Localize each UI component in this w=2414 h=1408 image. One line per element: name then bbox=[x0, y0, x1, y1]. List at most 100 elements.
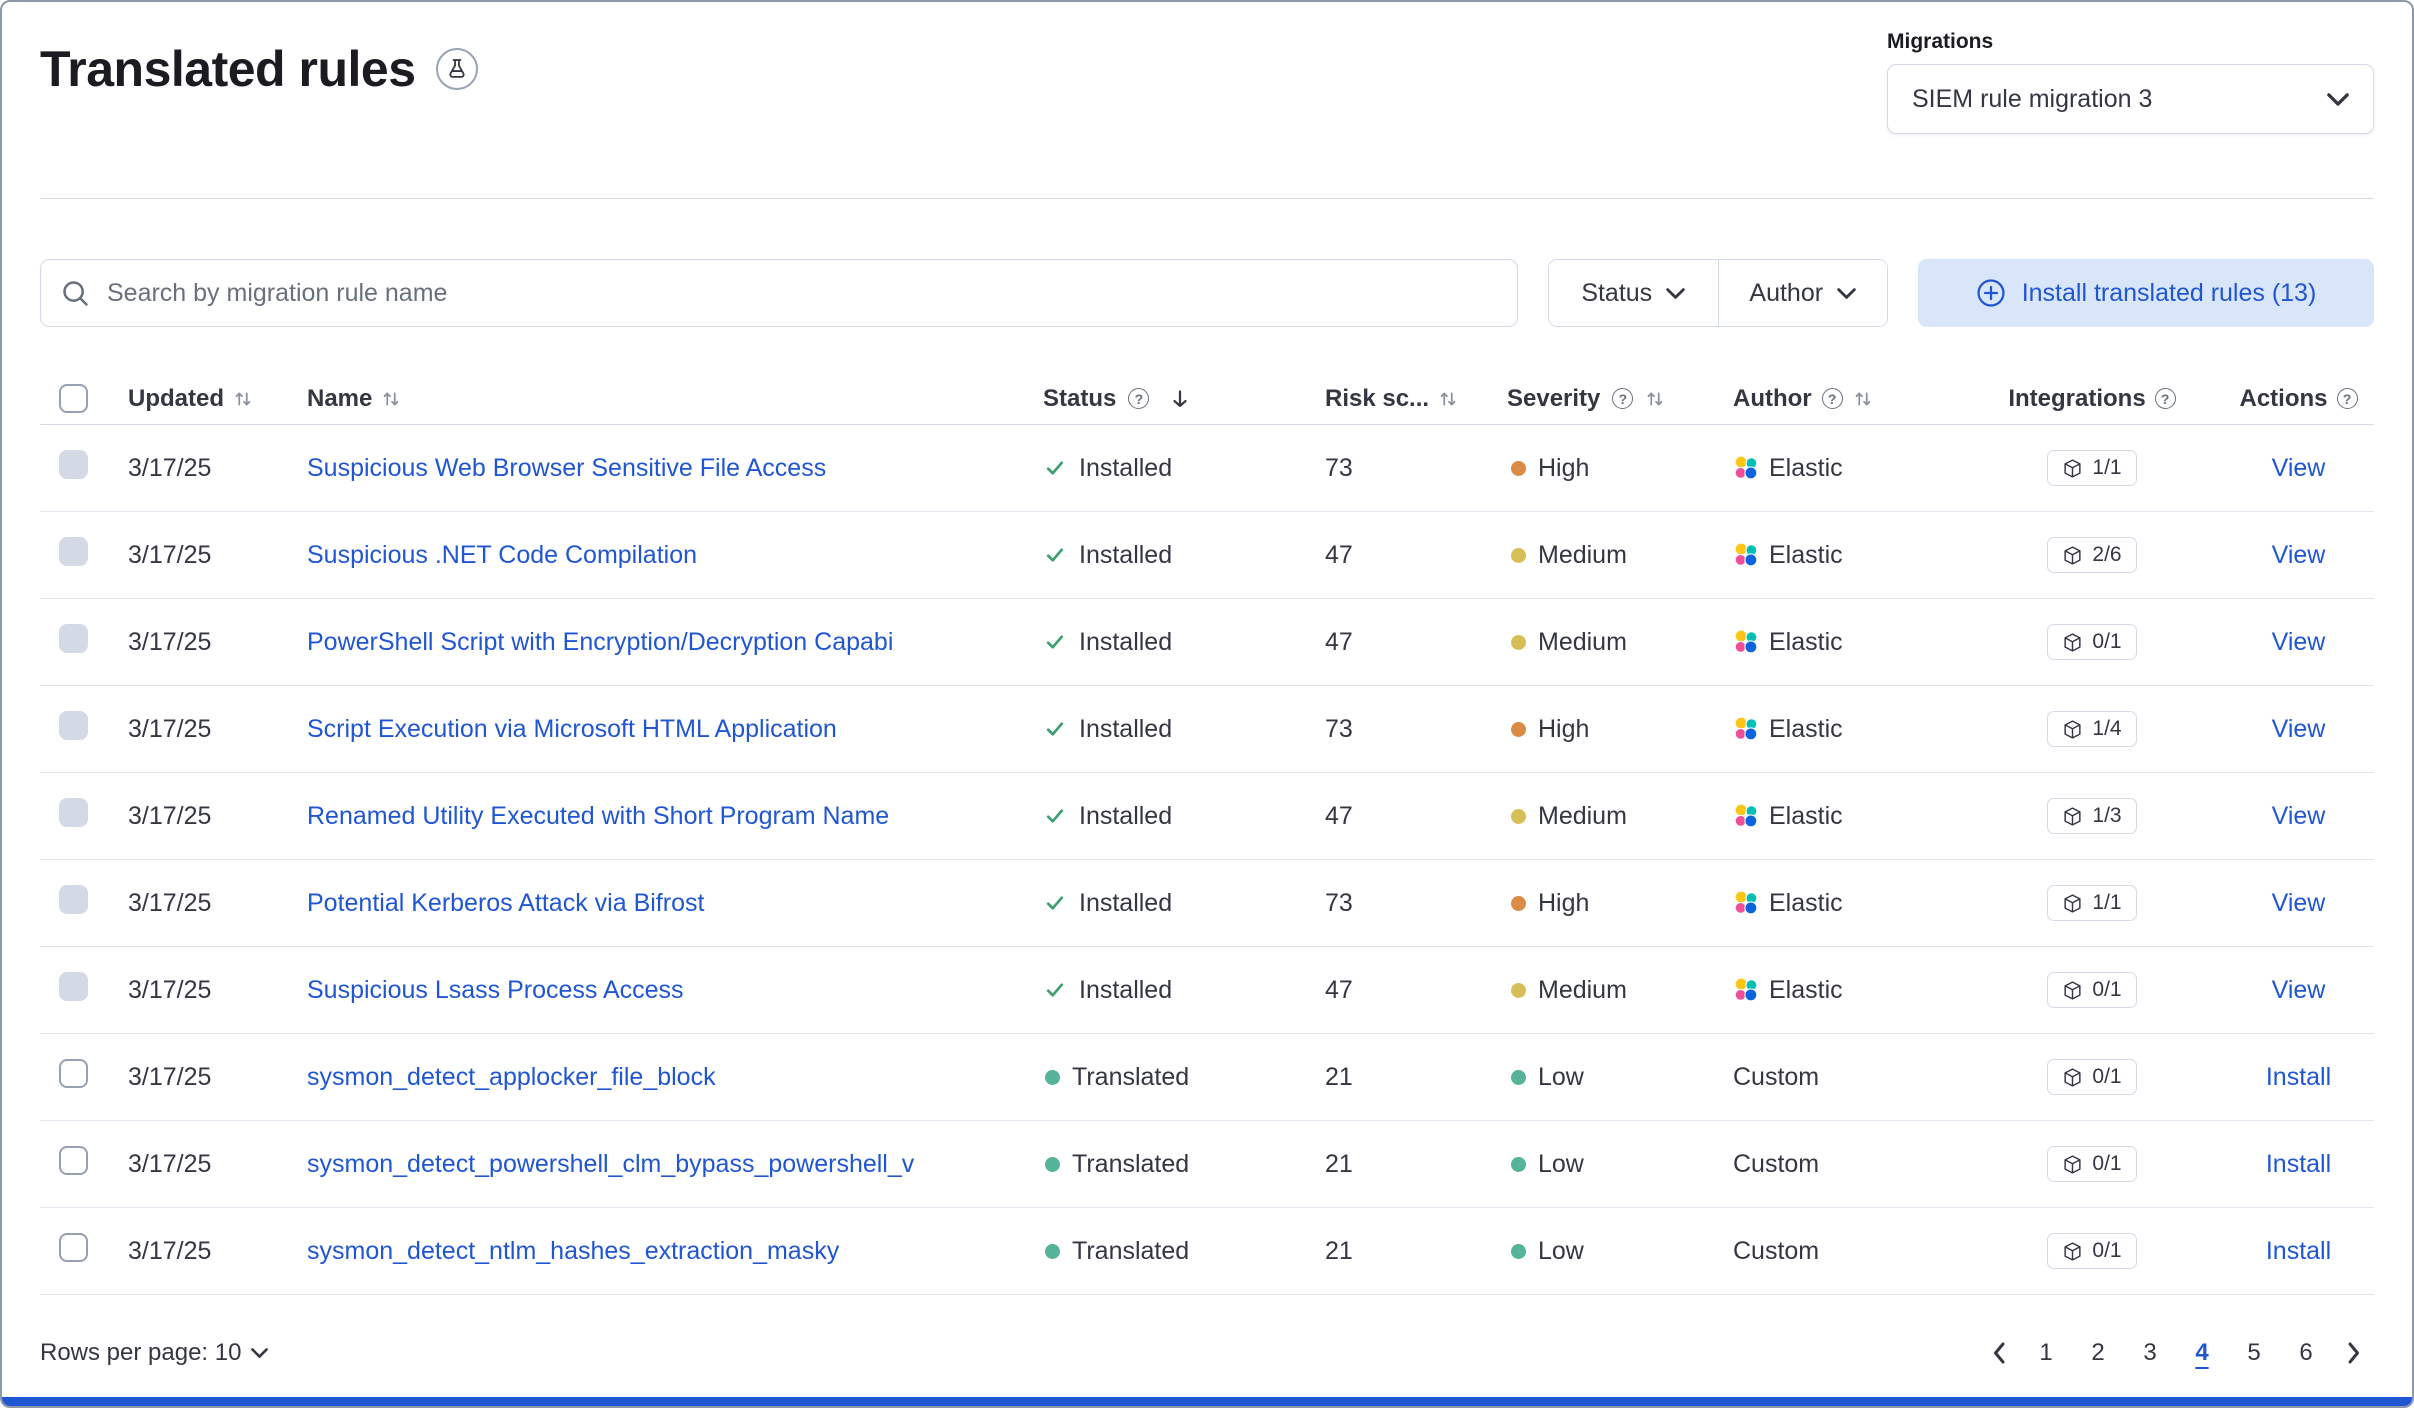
package-icon bbox=[2062, 806, 2083, 827]
column-header-status[interactable]: Status ? bbox=[1043, 385, 1325, 413]
rule-name-link[interactable]: Suspicious Web Browser Sensitive File Ac… bbox=[307, 454, 826, 482]
install-translated-rules-button[interactable]: Install translated rules (13) bbox=[1918, 259, 2374, 327]
technical-preview-badge[interactable] bbox=[436, 48, 478, 90]
rule-name-link[interactable]: Suspicious .NET Code Compilation bbox=[307, 541, 697, 569]
row-action-link[interactable]: View bbox=[2272, 802, 2326, 831]
column-label-integrations: Integrations bbox=[2008, 385, 2145, 413]
integrations-count: 0/1 bbox=[2092, 978, 2121, 1002]
rule-name-link[interactable]: Potential Kerberos Attack via Bifrost bbox=[307, 889, 704, 917]
integrations-badge[interactable]: 0/1 bbox=[2047, 624, 2136, 660]
plus-in-circle-icon bbox=[1976, 278, 2006, 308]
row-action-link[interactable]: View bbox=[2272, 541, 2326, 570]
row-checkbox[interactable] bbox=[59, 624, 88, 653]
severity-label: Low bbox=[1538, 1237, 1584, 1266]
integrations-badge[interactable]: 0/1 bbox=[2047, 1146, 2136, 1182]
integrations-badge[interactable]: 1/1 bbox=[2047, 885, 2136, 921]
severity-dot-icon bbox=[1511, 809, 1526, 824]
rows-per-page-button[interactable]: Rows per page: 10 bbox=[40, 1339, 268, 1367]
row-checkbox[interactable] bbox=[59, 885, 88, 914]
rule-name-link[interactable]: sysmon_detect_powershell_clm_bypass_powe… bbox=[307, 1150, 914, 1178]
status-label: Translated bbox=[1072, 1150, 1189, 1179]
row-action-link[interactable]: View bbox=[2272, 976, 2326, 1005]
rule-name-link[interactable]: Renamed Utility Executed with Short Prog… bbox=[307, 802, 889, 830]
integrations-badge[interactable]: 0/1 bbox=[2047, 972, 2136, 1008]
row-updated-date: 3/17/25 bbox=[128, 541, 307, 570]
rule-name-link[interactable]: Suspicious Lsass Process Access bbox=[307, 976, 684, 1004]
row-action-link[interactable]: Install bbox=[2266, 1063, 2331, 1092]
integrations-badge[interactable]: 1/1 bbox=[2047, 450, 2136, 486]
severity-dot-icon bbox=[1511, 548, 1526, 563]
column-header-name[interactable]: Name bbox=[307, 385, 1043, 413]
rule-name-link[interactable]: sysmon_detect_ntlm_hashes_extraction_mas… bbox=[307, 1237, 839, 1265]
row-severity: High bbox=[1507, 889, 1733, 918]
status-filter-button[interactable]: Status bbox=[1549, 260, 1718, 326]
row-checkbox[interactable] bbox=[59, 1059, 88, 1088]
pagination-page-3[interactable]: 3 bbox=[2126, 1329, 2174, 1377]
integrations-badge[interactable]: 0/1 bbox=[2047, 1233, 2136, 1269]
installed-check-icon bbox=[1043, 456, 1067, 480]
row-status: Installed bbox=[1043, 802, 1325, 831]
severity-help-icon[interactable]: ? bbox=[1612, 388, 1633, 409]
integrations-badge[interactable]: 0/1 bbox=[2047, 1059, 2136, 1095]
rule-name-link[interactable]: Script Execution via Microsoft HTML Appl… bbox=[307, 715, 837, 743]
row-checkbox[interactable] bbox=[59, 798, 88, 827]
row-severity: High bbox=[1507, 715, 1733, 744]
pagination-page-4[interactable]: 4 bbox=[2178, 1329, 2226, 1377]
column-header-severity[interactable]: Severity ? bbox=[1507, 385, 1733, 413]
status-help-icon[interactable]: ? bbox=[1128, 388, 1149, 409]
column-label-updated: Updated bbox=[128, 385, 224, 413]
row-action-link[interactable]: View bbox=[2272, 628, 2326, 657]
package-icon bbox=[2062, 1154, 2083, 1175]
page-title: Translated rules bbox=[40, 40, 416, 98]
row-action-link[interactable]: Install bbox=[2266, 1237, 2331, 1266]
pagination-page-5[interactable]: 5 bbox=[2230, 1329, 2278, 1377]
pagination-page-6[interactable]: 6 bbox=[2282, 1329, 2330, 1377]
row-checkbox[interactable] bbox=[59, 450, 88, 479]
author-filter-button[interactable]: Author bbox=[1718, 260, 1888, 326]
row-action-link[interactable]: Install bbox=[2266, 1150, 2331, 1179]
integrations-badge[interactable]: 1/4 bbox=[2047, 711, 2136, 747]
package-icon bbox=[2062, 632, 2083, 653]
author-help-icon[interactable]: ? bbox=[1822, 388, 1843, 409]
migrations-label: Migrations bbox=[1887, 30, 2374, 54]
row-checkbox[interactable] bbox=[59, 537, 88, 566]
row-checkbox[interactable] bbox=[59, 711, 88, 740]
severity-label: Low bbox=[1538, 1150, 1584, 1179]
column-header-risk-score[interactable]: Risk sc... bbox=[1325, 385, 1507, 413]
pagination-page-2[interactable]: 2 bbox=[2074, 1329, 2122, 1377]
author-label: Custom bbox=[1733, 1063, 1819, 1092]
rule-name-link[interactable]: sysmon_detect_applocker_file_block bbox=[307, 1063, 716, 1091]
author-label: Elastic bbox=[1769, 802, 1843, 831]
integrations-help-icon[interactable]: ? bbox=[2155, 388, 2176, 409]
integrations-count: 2/6 bbox=[2092, 543, 2121, 567]
rule-name-link[interactable]: PowerShell Script with Encryption/Decryp… bbox=[307, 628, 893, 656]
status-label: Installed bbox=[1079, 889, 1172, 918]
column-header-author[interactable]: Author ? bbox=[1733, 385, 1961, 413]
row-action-link[interactable]: View bbox=[2272, 454, 2326, 483]
search-input[interactable] bbox=[105, 278, 1497, 309]
chevron-down-icon bbox=[1837, 288, 1856, 299]
actions-help-icon[interactable]: ? bbox=[2337, 388, 2358, 409]
row-checkbox[interactable] bbox=[59, 1146, 88, 1175]
migration-select[interactable]: SIEM rule migration 3 bbox=[1887, 64, 2374, 134]
installed-check-icon bbox=[1043, 630, 1067, 654]
integrations-badge[interactable]: 1/3 bbox=[2047, 798, 2136, 834]
sortable-icon bbox=[233, 389, 253, 409]
row-checkbox[interactable] bbox=[59, 972, 88, 1001]
row-action-link[interactable]: View bbox=[2272, 715, 2326, 744]
severity-dot-icon bbox=[1511, 461, 1526, 476]
author-label: Custom bbox=[1733, 1150, 1819, 1179]
row-action-link[interactable]: View bbox=[2272, 889, 2326, 918]
pagination-prev-button[interactable] bbox=[1978, 1329, 2018, 1377]
row-updated-date: 3/17/25 bbox=[128, 1063, 307, 1092]
row-checkbox[interactable] bbox=[59, 1233, 88, 1262]
column-header-updated[interactable]: Updated bbox=[128, 385, 307, 413]
pagination-page-1[interactable]: 1 bbox=[2022, 1329, 2070, 1377]
select-all-checkbox[interactable] bbox=[59, 384, 88, 413]
table-row: 3/17/25 Suspicious .NET Code Compilation… bbox=[40, 512, 2374, 599]
severity-dot-icon bbox=[1511, 1070, 1526, 1085]
table-row: 3/17/25 Potential Kerberos Attack via Bi… bbox=[40, 860, 2374, 947]
integrations-badge[interactable]: 2/6 bbox=[2047, 537, 2136, 573]
pagination-next-button[interactable] bbox=[2334, 1329, 2374, 1377]
column-label-risk-score: Risk sc... bbox=[1325, 385, 1429, 413]
